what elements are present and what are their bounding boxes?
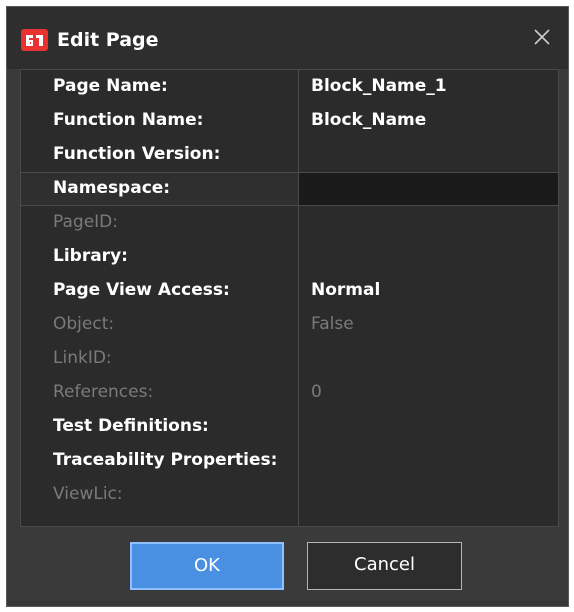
title-bar: Edit Page (7, 7, 568, 69)
property-row[interactable]: Library: (21, 240, 558, 274)
property-label: Function Version: (53, 144, 221, 164)
edit-page-dialog: Edit Page Page Name: Block_Name_1 Function… (6, 6, 569, 607)
property-row[interactable]: Namespace: (21, 172, 558, 206)
property-row[interactable]: LinkID: (21, 342, 558, 376)
property-row[interactable]: ViewLic: (21, 478, 558, 512)
property-label: Page Name: (53, 76, 168, 96)
column-divider (298, 70, 299, 526)
property-value: Block_Name_1 (311, 76, 447, 96)
property-value: Block_Name (311, 110, 427, 130)
property-label: Test Definitions: (53, 416, 209, 436)
property-row[interactable]: Function Version: (21, 138, 558, 172)
property-row[interactable]: References: 0 (21, 376, 558, 410)
app-logo-icon (21, 29, 48, 51)
property-label: PageID: (53, 212, 118, 232)
property-label: LinkID: (53, 348, 112, 368)
close-button[interactable] (524, 19, 560, 55)
property-value: False (311, 314, 354, 334)
property-row[interactable]: Object: False (21, 308, 558, 342)
property-row[interactable]: PageID: (21, 206, 558, 240)
cancel-button[interactable]: Cancel (307, 542, 462, 590)
property-label: Traceability Properties: (53, 450, 278, 470)
dialog-title: Edit Page (57, 29, 159, 51)
property-label: Namespace: (53, 178, 171, 198)
property-value: 0 (311, 382, 322, 402)
property-row[interactable]: Test Definitions: (21, 410, 558, 444)
close-icon (534, 29, 550, 45)
property-label: ViewLic: (53, 484, 123, 504)
property-label: Library: (53, 246, 128, 266)
row-separator (21, 172, 558, 173)
property-grid: Page Name: Block_Name_1 Function Name: Bloc… (20, 69, 559, 527)
property-value-cell[interactable] (299, 172, 558, 206)
property-label: Function Name: (53, 110, 204, 130)
property-row[interactable]: Function Name: Block_Name (21, 104, 558, 138)
property-value: Normal (311, 280, 381, 300)
property-label: Object: (53, 314, 115, 334)
property-label: Page View Access: (53, 280, 230, 300)
property-row[interactable]: Page View Access: Normal (21, 274, 558, 308)
property-row[interactable]: Page Name: Block_Name_1 (21, 70, 558, 104)
property-row[interactable]: Traceability Properties: (21, 444, 558, 478)
ok-button[interactable]: OK (130, 542, 284, 590)
property-label: References: (53, 382, 154, 402)
